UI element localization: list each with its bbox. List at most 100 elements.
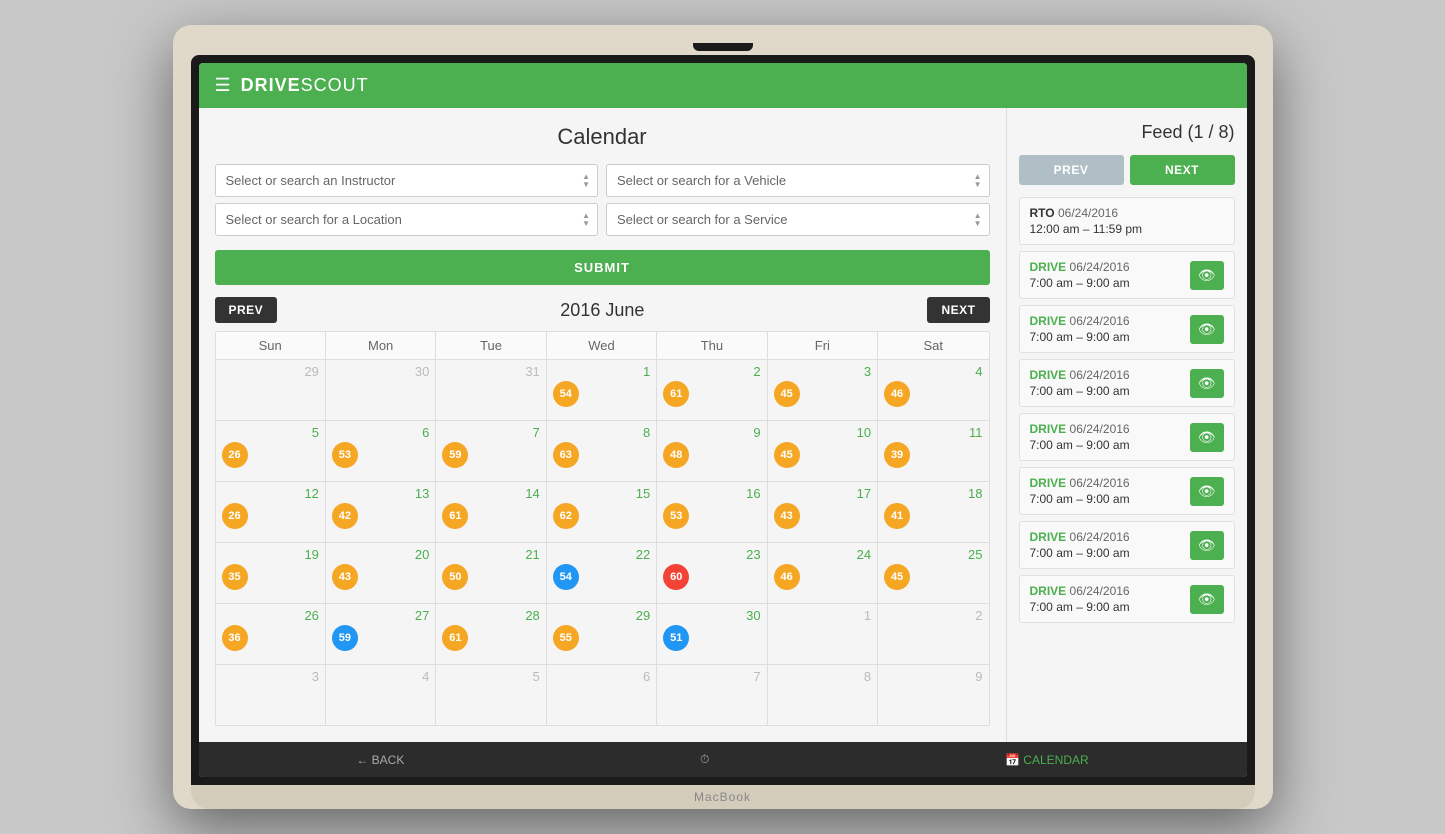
cal-day[interactable]: 1342	[326, 482, 436, 542]
drive-eye-button[interactable]: 👁	[1190, 531, 1224, 560]
cal-badge[interactable]: 63	[553, 442, 579, 468]
center-nav-item[interactable]: ⏱	[700, 752, 709, 767]
feed-next-button[interactable]: NEXT	[1130, 155, 1235, 185]
cal-day[interactable]: 2636	[216, 604, 326, 664]
cal-day-number: 29	[553, 608, 650, 623]
cal-day[interactable]: 2150	[436, 543, 546, 603]
cal-badge[interactable]: 50	[442, 564, 468, 590]
cal-day[interactable]: 2360	[657, 543, 767, 603]
cal-day[interactable]: 1139	[878, 421, 988, 481]
cal-badge[interactable]: 39	[884, 442, 910, 468]
cal-day-number: 8	[774, 669, 871, 684]
drive-eye-button[interactable]: 👁	[1190, 585, 1224, 614]
feed-prev-button[interactable]: PREV	[1019, 155, 1124, 185]
cal-day[interactable]: 1562	[547, 482, 657, 542]
cal-day[interactable]: 3051	[657, 604, 767, 664]
back-nav-item[interactable]: ← BACK	[356, 753, 404, 767]
cal-day[interactable]: 31	[436, 360, 546, 420]
calendar-nav-item[interactable]: 📅 CALENDAR	[1005, 753, 1089, 767]
cal-badge[interactable]: 46	[884, 381, 910, 407]
cal-day[interactable]: 1	[768, 604, 878, 664]
drive-info: DRIVE 06/24/2016 7:00 am – 9:00 am	[1030, 476, 1130, 506]
cal-badge[interactable]: 26	[222, 503, 248, 529]
cal-day[interactable]: 154	[547, 360, 657, 420]
cal-day[interactable]: 526	[216, 421, 326, 481]
drive-header: DRIVE 06/24/2016	[1030, 584, 1130, 598]
cal-badge[interactable]: 53	[663, 503, 689, 529]
cal-badge[interactable]: 45	[774, 381, 800, 407]
cal-day-number: 26	[222, 608, 319, 623]
cal-prev-button[interactable]: PREV	[215, 297, 278, 323]
cal-day[interactable]: 2254	[547, 543, 657, 603]
cal-day[interactable]: 446	[878, 360, 988, 420]
cal-day[interactable]: 9	[878, 665, 988, 725]
cal-badge[interactable]: 48	[663, 442, 689, 468]
vehicle-select[interactable]: Select or search for a Vehicle	[606, 164, 990, 197]
drive-eye-button[interactable]: 👁	[1190, 369, 1224, 398]
drive-label: DRIVE	[1030, 476, 1067, 490]
cal-day[interactable]: 6	[547, 665, 657, 725]
cal-badge[interactable]: 43	[774, 503, 800, 529]
cal-day[interactable]: 1461	[436, 482, 546, 542]
cal-badge[interactable]: 53	[332, 442, 358, 468]
cal-day[interactable]: 2759	[326, 604, 436, 664]
cal-day[interactable]: 1045	[768, 421, 878, 481]
cal-day[interactable]: 2043	[326, 543, 436, 603]
cal-day[interactable]: 2861	[436, 604, 546, 664]
cal-badge[interactable]: 60	[663, 564, 689, 590]
cal-day[interactable]: 4	[326, 665, 436, 725]
drive-eye-button[interactable]: 👁	[1190, 423, 1224, 452]
cal-day[interactable]: 3	[216, 665, 326, 725]
cal-day[interactable]: 8	[768, 665, 878, 725]
cal-day[interactable]: 30	[326, 360, 436, 420]
cal-badge[interactable]: 36	[222, 625, 248, 651]
cal-badge[interactable]: 45	[884, 564, 910, 590]
cal-day[interactable]: 1743	[768, 482, 878, 542]
drive-eye-button[interactable]: 👁	[1190, 315, 1224, 344]
cal-day[interactable]: 1841	[878, 482, 988, 542]
cal-day[interactable]: 1935	[216, 543, 326, 603]
cal-day[interactable]: 653	[326, 421, 436, 481]
cal-day[interactable]: 2545	[878, 543, 988, 603]
cal-day[interactable]: 345	[768, 360, 878, 420]
cal-day[interactable]: 759	[436, 421, 546, 481]
cal-day[interactable]: 863	[547, 421, 657, 481]
cal-badge[interactable]: 26	[222, 442, 248, 468]
cal-day[interactable]: 7	[657, 665, 767, 725]
location-select[interactable]: Select or search for a Location	[215, 203, 599, 236]
submit-button[interactable]: SUBMIT	[215, 250, 990, 285]
cal-day[interactable]: 2955	[547, 604, 657, 664]
drive-eye-button[interactable]: 👁	[1190, 477, 1224, 506]
drive-eye-button[interactable]: 👁	[1190, 261, 1224, 290]
cal-badge[interactable]: 59	[442, 442, 468, 468]
cal-badge[interactable]: 46	[774, 564, 800, 590]
cal-badge[interactable]: 51	[663, 625, 689, 651]
cal-badge[interactable]: 43	[332, 564, 358, 590]
cal-day[interactable]: 5	[436, 665, 546, 725]
hamburger-icon[interactable]: ☰	[215, 75, 231, 96]
cal-badge[interactable]: 35	[222, 564, 248, 590]
service-select[interactable]: Select or search for a Service	[606, 203, 990, 236]
cal-day[interactable]: 29	[216, 360, 326, 420]
filter-row-2: Select or search for a Location ▲▼ Selec…	[215, 203, 990, 236]
cal-badge[interactable]: 54	[553, 381, 579, 407]
cal-badge[interactable]: 41	[884, 503, 910, 529]
drive-info: DRIVE 06/24/2016 7:00 am – 9:00 am	[1030, 584, 1130, 614]
cal-badge[interactable]: 61	[442, 625, 468, 651]
instructor-select[interactable]: Select or search an Instructor	[215, 164, 599, 197]
cal-badge[interactable]: 61	[442, 503, 468, 529]
cal-day[interactable]: 2446	[768, 543, 878, 603]
cal-badge[interactable]: 59	[332, 625, 358, 651]
cal-badge[interactable]: 62	[553, 503, 579, 529]
cal-badge[interactable]: 45	[774, 442, 800, 468]
cal-day[interactable]: 261	[657, 360, 767, 420]
cal-badge[interactable]: 42	[332, 503, 358, 529]
cal-day[interactable]: 2	[878, 604, 988, 664]
cal-next-button[interactable]: NEXT	[927, 297, 989, 323]
cal-day[interactable]: 1653	[657, 482, 767, 542]
cal-badge[interactable]: 61	[663, 381, 689, 407]
cal-day[interactable]: 948	[657, 421, 767, 481]
cal-day[interactable]: 1226	[216, 482, 326, 542]
cal-badge[interactable]: 54	[553, 564, 579, 590]
cal-badge[interactable]: 55	[553, 625, 579, 651]
